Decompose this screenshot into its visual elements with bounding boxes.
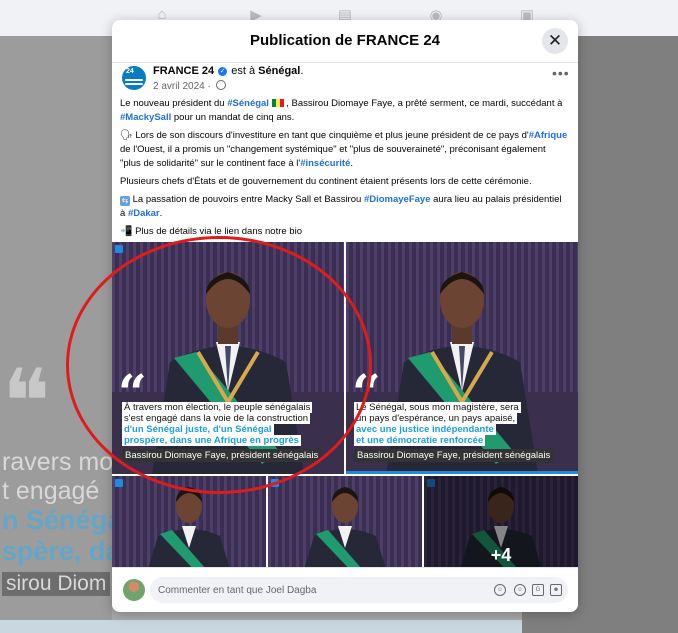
post-scroll-area[interactable]: 24 FRANCE 24 ✓ est à Sénégal. 2 avril 20…: [112, 63, 578, 567]
transfer-icon: ⇆: [120, 196, 130, 206]
is-at-text: est à: [231, 65, 259, 77]
caption-paragraph: Le nouveau président du #Sénégal , Bassi…: [120, 97, 568, 125]
photo-quote-highlight: avec une justice indépendante: [354, 424, 496, 435]
caption-text: Lors de son discours d'investiture en ta…: [132, 130, 529, 141]
post-photo-4[interactable]: [268, 476, 422, 567]
background-text-line: t engagé: [2, 477, 100, 505]
hashtag-insecurite-link[interactable]: #insécurité: [300, 158, 350, 169]
post-caption: Le nouveau président du #Sénégal , Bassi…: [120, 97, 568, 243]
logo-wave: [125, 83, 143, 85]
france24-watermark-icon: [115, 245, 123, 253]
caption-paragraph: 📲 Plus de détails via le lien dans notre…: [120, 225, 568, 239]
caption-text: , Bassirou Diomaye Faye, a prêté serment…: [283, 98, 563, 109]
globe-icon: [215, 80, 226, 90]
date-separator: ·: [204, 81, 214, 92]
author-name-link[interactable]: FRANCE 24: [153, 65, 214, 77]
background-text-line: sirou Diom: [2, 572, 111, 596]
user-avatar[interactable]: [123, 579, 145, 601]
caption-text: La passation de pouvoirs entre Macky Sal…: [130, 194, 364, 205]
caption-paragraph: 🗣 Lors de son discours d'investiture en …: [120, 129, 568, 171]
photo-quote-signature: Bassirou Diomaye Faye, président sénégal…: [122, 449, 322, 462]
president-figure-illustration: [304, 487, 386, 567]
photo-quote-line: s'est engagé dans la voie de la construc…: [122, 413, 311, 424]
caption-text: Le nouveau président du: [120, 98, 228, 109]
france24-logo-mark: 24: [126, 68, 134, 75]
caption-text: .: [159, 208, 163, 219]
logo-wave: [125, 79, 143, 81]
caption-text: pour un mandat de cinq ans.: [171, 112, 295, 123]
emoji-icon[interactable]: ☺: [514, 584, 526, 596]
photo-quote-highlight: et une démocratie renforcée: [354, 435, 486, 446]
post-photo-1[interactable]: “ À travers mon élection, le peuple séné…: [112, 242, 344, 474]
modal-header: Publication de FRANCE 24 ✕: [112, 20, 578, 63]
post-meta: 2 avril 2024 ·: [153, 80, 226, 92]
photo-quote-line: Le Sénégal, sous mon magistère, sera: [354, 402, 521, 413]
senegal-flag-icon: [271, 99, 284, 107]
background-right-area: [578, 36, 678, 633]
sticker-icon[interactable]: ☻: [550, 584, 562, 596]
caption-paragraph: Plusieurs chefs d'États et de gouverneme…: [120, 175, 568, 189]
post-photo-3[interactable]: [112, 476, 266, 567]
hashtag-dakar-link[interactable]: #Dakar: [128, 208, 160, 219]
photo-quote-highlight: prospère, dans une Afrique en progrès: [122, 435, 301, 446]
close-button[interactable]: ✕: [542, 28, 568, 54]
more-photos-count: +4: [424, 476, 578, 567]
background-text-line: n Sénéga: [2, 505, 123, 535]
close-icon: ✕: [547, 31, 563, 50]
author-line: FRANCE 24 ✓ est à Sénégal.: [153, 65, 303, 77]
post-photo-5-more[interactable]: +4: [424, 476, 578, 567]
gif-icon[interactable]: G: [532, 584, 544, 596]
hashtag-mackysall-link[interactable]: #MackySall: [120, 112, 171, 123]
photo-quote-highlight: d'un Sénégal juste, d'un Sénégal: [122, 424, 274, 435]
background-bottom-strip: [0, 620, 522, 633]
caption-text: .: [350, 158, 353, 169]
background-quote-mark: ❝: [2, 350, 51, 455]
caption-text: Plusieurs chefs d'États et de gouverneme…: [120, 176, 532, 187]
hashtag-diomayefaye-link[interactable]: #DiomayeFaye: [364, 194, 431, 205]
photo-quote-line: À travers mon élection, le peuple sénéga…: [122, 402, 313, 413]
modal-title: Publication de FRANCE 24: [249, 32, 441, 49]
location-link[interactable]: Sénégal: [258, 65, 300, 77]
background-text-line: ravers mo: [2, 448, 114, 476]
speaking-head-icon: 🗣: [120, 130, 133, 141]
president-figure-illustration: [148, 487, 230, 567]
verified-badge-icon: ✓: [218, 67, 228, 76]
photo-blue-band: [346, 471, 578, 474]
photo-quote-signature: Bassirou Diomaye Faye, président sénégal…: [354, 449, 554, 462]
post-photo-2[interactable]: “ Le Sénégal, sous mon magistère, sera u…: [346, 242, 578, 474]
post-header: 24 FRANCE 24 ✓ est à Sénégal. 2 avril 20…: [112, 63, 578, 97]
photo-quote-line: un pays d'espérance, un pays apaisé,: [354, 413, 518, 424]
caption-text: Plus de détails via le lien dans notre b…: [132, 226, 302, 237]
france24-logo[interactable]: 24: [122, 66, 146, 90]
caption-paragraph: ⇆ La passation de pouvoirs entre Macky S…: [120, 193, 568, 221]
france24-watermark-icon: [115, 479, 123, 487]
phone-icon: 📲: [120, 226, 133, 237]
hashtag-afrique-link[interactable]: #Afrique: [529, 130, 568, 141]
post-date-link[interactable]: 2 avril 2024: [153, 81, 205, 92]
more-options-icon[interactable]: •••: [552, 65, 570, 81]
comment-bar: ☺ ☺ G ☻: [112, 567, 578, 612]
hashtag-senegal-link[interactable]: #Sénégal: [227, 98, 269, 109]
france24-watermark-icon: [271, 479, 279, 487]
post-modal: Publication de FRANCE 24 ✕ 24 FRANCE 24 …: [112, 20, 578, 612]
location-suffix: .: [300, 65, 304, 77]
background-text-line: spère, da: [2, 536, 121, 566]
avatar-sticker-icon[interactable]: ☺: [494, 584, 506, 596]
